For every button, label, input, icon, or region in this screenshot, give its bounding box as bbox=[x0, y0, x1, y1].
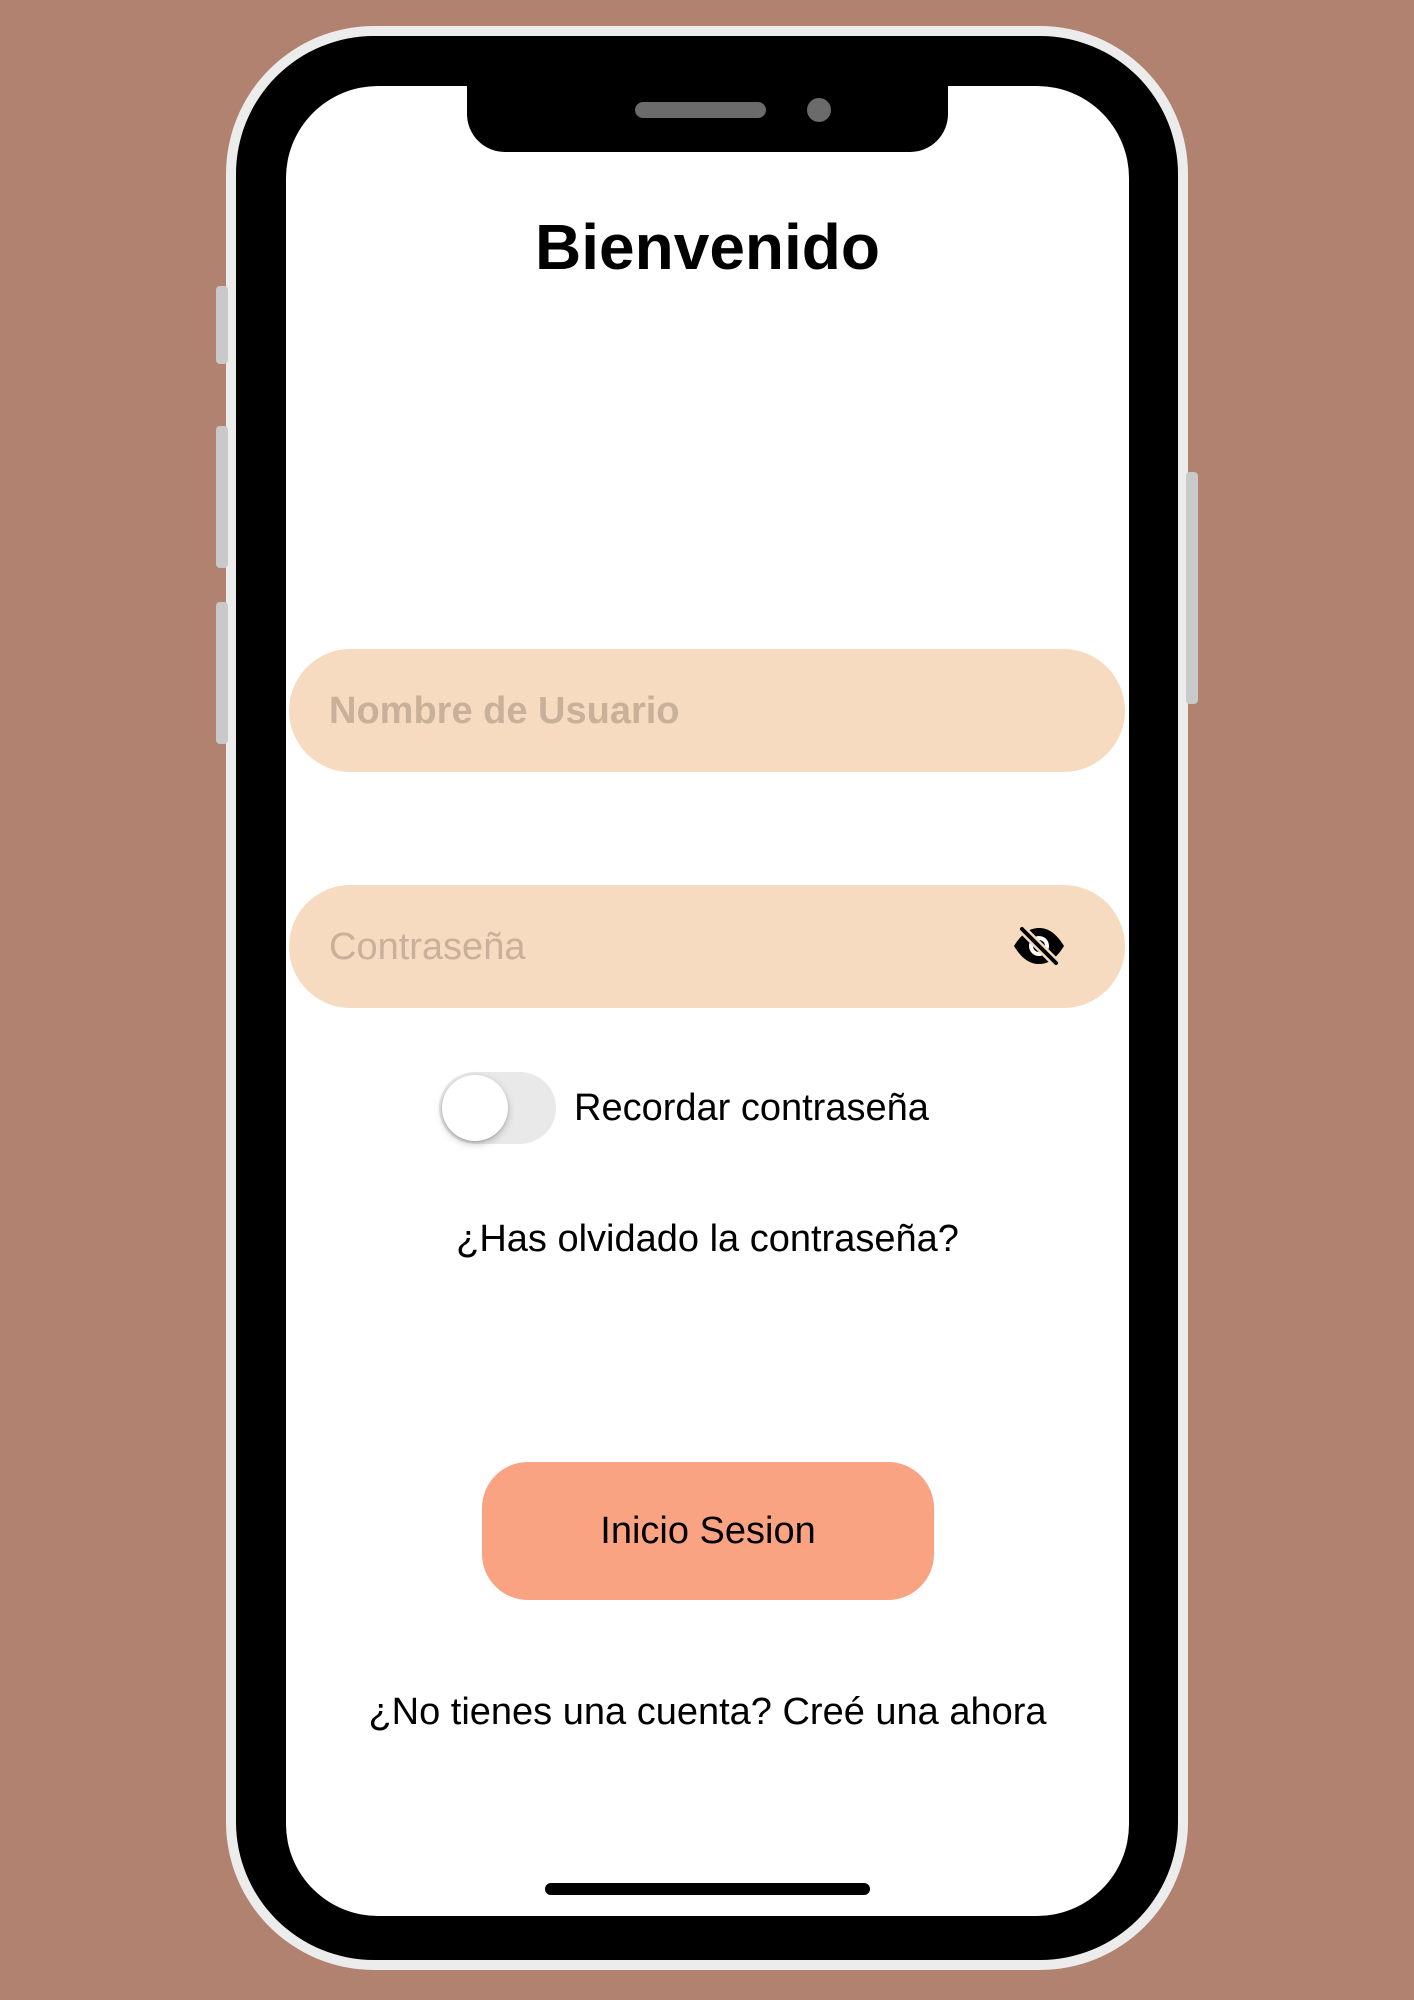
notch bbox=[467, 86, 948, 152]
power-button bbox=[1186, 472, 1198, 704]
front-camera bbox=[807, 98, 831, 122]
volume-up-button bbox=[216, 426, 228, 568]
password-field[interactable] bbox=[289, 885, 1125, 1010]
login-button[interactable]: Inicio Sesion bbox=[482, 1462, 934, 1600]
forgot-password-link[interactable]: ¿Has olvidado la contraseña? bbox=[286, 1218, 1129, 1261]
password-input[interactable] bbox=[327, 885, 991, 1010]
remember-row: Recordar contraseña bbox=[439, 1071, 929, 1145]
toggle-knob bbox=[442, 1075, 508, 1141]
mute-switch bbox=[216, 286, 228, 364]
remember-password-label: Recordar contraseña bbox=[574, 1086, 929, 1129]
eye-slash-icon[interactable] bbox=[1011, 923, 1067, 969]
speaker-grille bbox=[635, 102, 766, 118]
signup-link[interactable]: ¿No tienes una cuenta? Creé una ahora bbox=[286, 1691, 1129, 1734]
page-title: Bienvenido bbox=[535, 211, 880, 283]
volume-down-button bbox=[216, 602, 228, 744]
username-input[interactable] bbox=[327, 649, 991, 774]
remember-password-toggle[interactable] bbox=[439, 1072, 556, 1144]
username-field[interactable] bbox=[289, 649, 1125, 774]
home-indicator bbox=[545, 1883, 870, 1895]
